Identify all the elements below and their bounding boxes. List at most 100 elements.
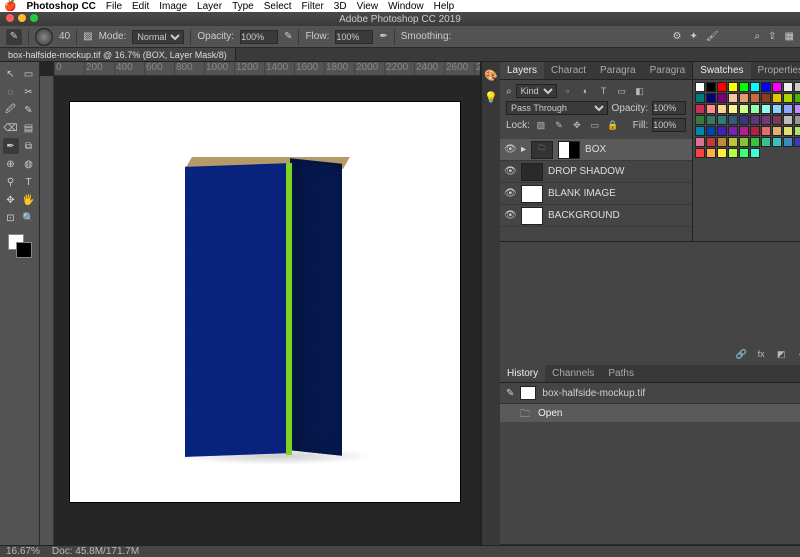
- swatch[interactable]: [772, 137, 782, 147]
- swatch[interactable]: [772, 115, 782, 125]
- swatch[interactable]: [717, 82, 727, 92]
- swatch[interactable]: [706, 115, 716, 125]
- tool-frame[interactable]: 🖉: [3, 102, 19, 118]
- color-panel-icon[interactable]: 🎨: [482, 66, 500, 84]
- search-icon[interactable]: ⌕: [506, 86, 512, 97]
- zoom-level[interactable]: 16.67%: [6, 546, 40, 557]
- swatch[interactable]: [739, 115, 749, 125]
- layer-fx-icon[interactable]: fx: [754, 347, 768, 361]
- search-icon[interactable]: ⌕: [755, 31, 761, 42]
- tool-gradient[interactable]: ▤: [21, 120, 37, 136]
- tool-marquee[interactable]: ▭: [21, 66, 37, 82]
- history-document[interactable]: ✎ box-halfside-mockup.tif: [500, 383, 800, 404]
- adjustment-layer-icon[interactable]: ◐: [794, 347, 800, 361]
- tool-pen[interactable]: ⚲: [3, 174, 19, 190]
- swatch-toggle-icon[interactable]: ▨: [83, 31, 92, 42]
- menu-file[interactable]: File: [106, 1, 122, 12]
- swatch[interactable]: [772, 93, 782, 103]
- app-name[interactable]: Photoshop CC: [26, 1, 95, 12]
- blend-mode-select[interactable]: Pass Through: [506, 101, 608, 115]
- background-color[interactable]: [16, 242, 32, 258]
- history-step-open[interactable]: 🗀 Open: [500, 404, 800, 422]
- swatch[interactable]: [695, 93, 705, 103]
- symmetry-icon[interactable]: ✦: [689, 31, 697, 42]
- swatch[interactable]: [706, 93, 716, 103]
- visibility-icon[interactable]: 👁: [504, 144, 516, 155]
- visibility-icon[interactable]: 👁: [504, 210, 516, 221]
- swatch[interactable]: [695, 115, 705, 125]
- swatch[interactable]: [783, 115, 793, 125]
- swatch[interactable]: [750, 126, 760, 136]
- lock-artboard-icon[interactable]: ▭: [588, 118, 602, 132]
- layer-name[interactable]: DROP SHADOW: [548, 166, 625, 177]
- layer-name[interactable]: BACKGROUND: [548, 210, 620, 221]
- swatch[interactable]: [794, 115, 800, 125]
- pressure-opacity-icon[interactable]: ✎: [284, 31, 292, 42]
- tab-properties[interactable]: Properties: [751, 62, 800, 79]
- link-layers-icon[interactable]: 🔗: [734, 347, 748, 361]
- document-tab[interactable]: box-halfside-mockup.tif @ 16.7% (BOX, La…: [0, 48, 236, 61]
- menu-filter[interactable]: Filter: [302, 1, 324, 12]
- filter-smart-icon[interactable]: ◧: [633, 84, 647, 98]
- color-swatches[interactable]: [8, 234, 32, 258]
- tool-type[interactable]: T: [21, 174, 37, 190]
- swatch[interactable]: [728, 115, 738, 125]
- menu-select[interactable]: Select: [264, 1, 292, 12]
- layer-mask-thumb[interactable]: [558, 141, 580, 159]
- swatch[interactable]: [728, 148, 738, 158]
- layer-name[interactable]: BLANK IMAGE: [548, 188, 616, 199]
- opacity-input[interactable]: [240, 30, 278, 44]
- tool-eraser[interactable]: ⌫: [3, 120, 19, 136]
- menu-view[interactable]: View: [357, 1, 379, 12]
- swatch[interactable]: [706, 104, 716, 114]
- brush-panel-icon[interactable]: 🖌: [706, 31, 719, 42]
- swatch[interactable]: [717, 126, 727, 136]
- tab-history[interactable]: History: [500, 365, 545, 382]
- layer-name[interactable]: BOX: [585, 144, 606, 155]
- swatch[interactable]: [695, 148, 705, 158]
- menu-help[interactable]: Help: [434, 1, 455, 12]
- tool-lasso[interactable]: ◌: [3, 84, 19, 100]
- swatch[interactable]: [772, 104, 782, 114]
- tab-swatches[interactable]: Swatches: [693, 62, 750, 79]
- swatch[interactable]: [717, 137, 727, 147]
- swatch[interactable]: [706, 137, 716, 147]
- tab-layers[interactable]: Layers: [500, 62, 544, 79]
- tab-paths[interactable]: Paths: [601, 365, 641, 382]
- swatch[interactable]: [750, 137, 760, 147]
- layer-background[interactable]: 👁 BACKGROUND: [500, 205, 692, 227]
- swatch[interactable]: [750, 115, 760, 125]
- brush-preview[interactable]: [35, 28, 53, 46]
- swatch[interactable]: [761, 82, 771, 92]
- lock-pixels-icon[interactable]: ✎: [552, 118, 566, 132]
- swatch[interactable]: [783, 104, 793, 114]
- menu-image[interactable]: Image: [159, 1, 187, 12]
- tab-paragraph[interactable]: Paragra: [593, 62, 643, 79]
- tool-shape[interactable]: ⊡: [3, 210, 19, 226]
- menu-edit[interactable]: Edit: [132, 1, 149, 12]
- flow-input[interactable]: [335, 30, 373, 44]
- swatch[interactable]: [728, 82, 738, 92]
- layer-opacity-input[interactable]: [652, 101, 686, 115]
- tab-character[interactable]: Charact: [544, 62, 593, 79]
- mode-select[interactable]: Normal: [132, 30, 184, 44]
- layer-mask-icon[interactable]: ◩: [774, 347, 788, 361]
- canvas-area[interactable]: 0200400600800100012001400160018002000220…: [40, 62, 480, 545]
- swatch[interactable]: [794, 126, 800, 136]
- swatch[interactable]: [728, 93, 738, 103]
- tool-zoom[interactable]: 🔍: [21, 210, 37, 226]
- swatch[interactable]: [794, 93, 800, 103]
- close-button[interactable]: [6, 14, 14, 22]
- swatch[interactable]: [739, 93, 749, 103]
- swatch[interactable]: [739, 148, 749, 158]
- lock-all-icon[interactable]: 🔒: [606, 118, 620, 132]
- filter-adjust-icon[interactable]: ◐: [579, 84, 593, 98]
- swatch[interactable]: [728, 137, 738, 147]
- zoom-button[interactable]: [30, 14, 38, 22]
- layer-box[interactable]: 👁 ▸ 🗀 BOX: [500, 139, 692, 161]
- menu-type[interactable]: Type: [232, 1, 254, 12]
- tool-blur[interactable]: ◍: [21, 156, 37, 172]
- swatch[interactable]: [728, 104, 738, 114]
- options-gear-icon[interactable]: ⚙: [672, 31, 681, 42]
- tab-channels[interactable]: Channels: [545, 365, 601, 382]
